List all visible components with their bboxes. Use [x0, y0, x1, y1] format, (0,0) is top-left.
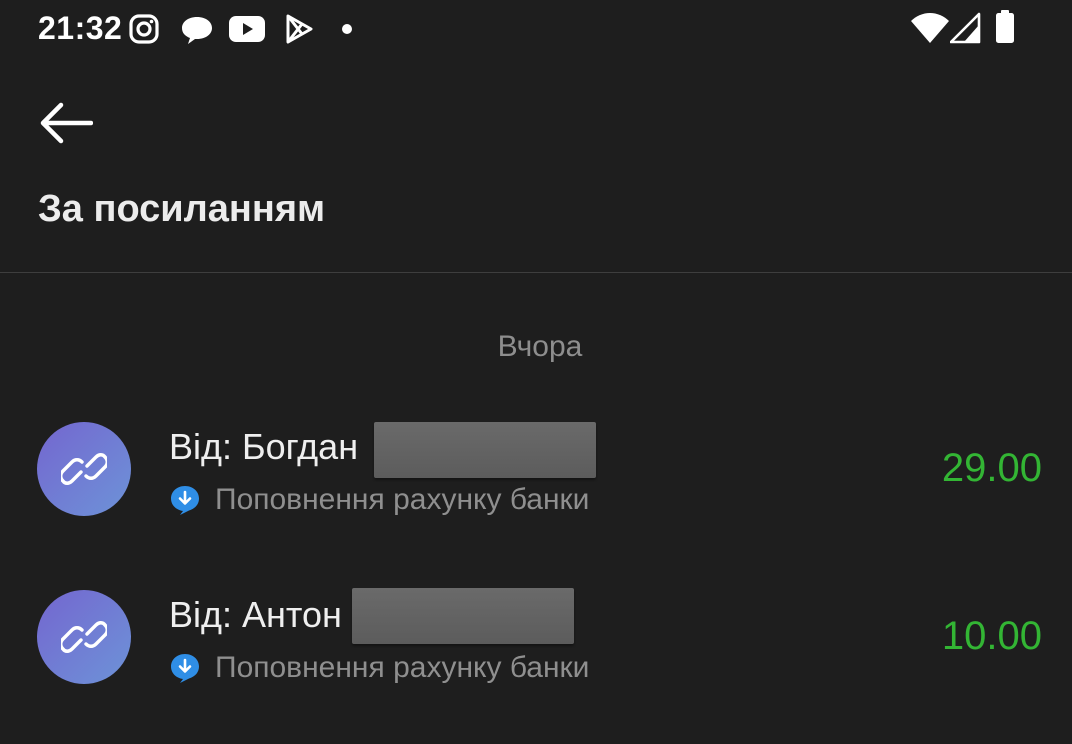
transaction-description: Поповнення рахунку банки — [215, 483, 590, 516]
link-icon — [61, 453, 107, 485]
notification-dot — [342, 24, 352, 34]
link-icon — [61, 621, 107, 653]
status-time: 21:32 — [38, 10, 123, 46]
download-badge-icon — [171, 654, 199, 683]
cellular-signal-icon — [950, 12, 981, 44]
back-button[interactable] — [34, 96, 96, 150]
status-bar: 21:32 — [0, 0, 1072, 60]
transaction-subtitle: Поповнення рахунку банки — [169, 480, 589, 520]
transaction-amount: 10.00 — [941, 614, 1042, 658]
transaction-description: Поповнення рахунку банки — [215, 651, 590, 684]
battery-icon — [996, 10, 1014, 43]
page-title: За посиланням — [38, 188, 326, 230]
date-section-header: Вчора — [497, 330, 583, 363]
transaction-row[interactable]: Від: Богдан Поповнення рахунку банки 29.… — [0, 402, 1072, 542]
transaction-subtitle: Поповнення рахунку банки — [169, 648, 589, 688]
redacted-surname — [352, 588, 574, 644]
redacted-surname — [374, 422, 596, 478]
transaction-avatar — [37, 590, 131, 684]
transaction-avatar — [37, 422, 131, 516]
instagram-icon — [129, 14, 159, 44]
wifi-icon — [911, 13, 949, 43]
youtube-icon — [229, 16, 265, 42]
arrow-left-icon — [40, 102, 93, 144]
transaction-amount: 29.00 — [941, 446, 1042, 490]
play-store-icon — [286, 14, 313, 44]
header-divider — [0, 272, 1072, 273]
transaction-sender: Від: Антон — [169, 594, 342, 635]
transaction-sender: Від: Богдан — [169, 426, 359, 467]
chat-bubble-icon — [182, 17, 212, 44]
download-badge-icon — [171, 486, 199, 515]
transaction-row[interactable]: Від: Антон Поповнення рахунку банки 10.0… — [0, 570, 1072, 710]
